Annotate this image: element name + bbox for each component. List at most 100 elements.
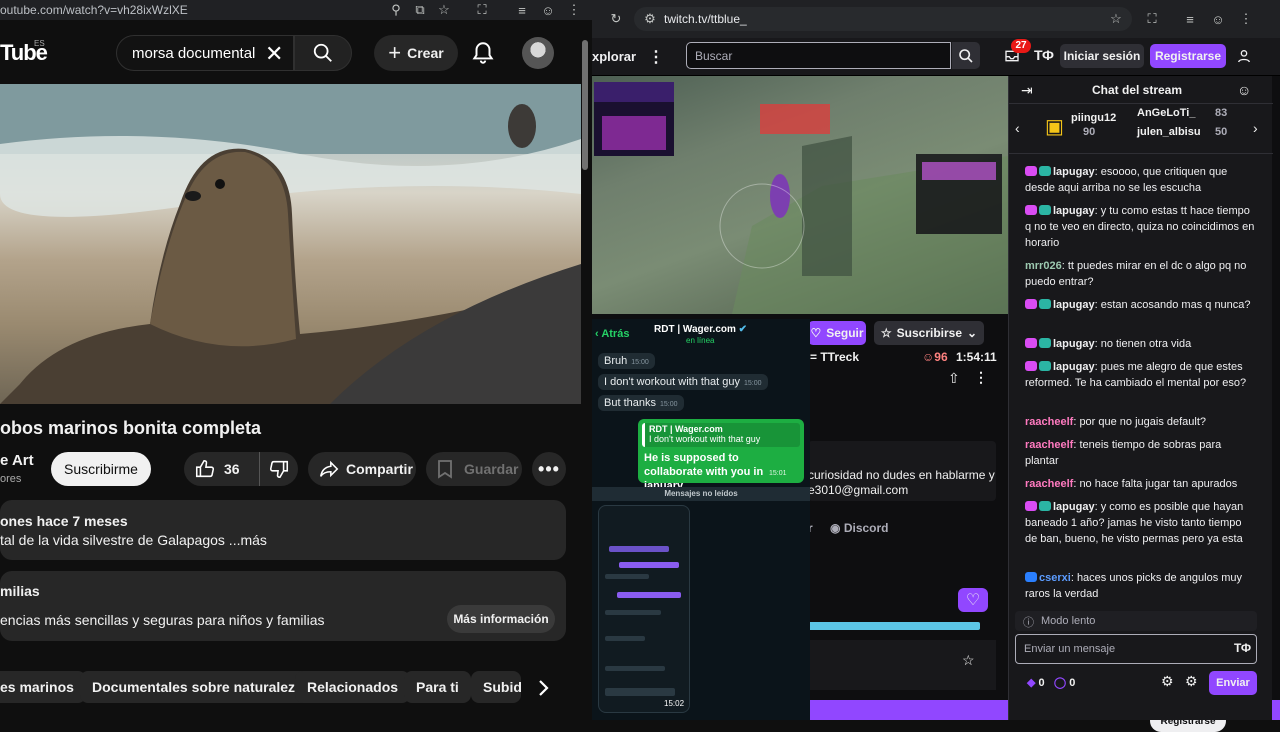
extensions-icon[interactable]: ⛶ — [474, 2, 490, 18]
user-icon[interactable] — [1236, 48, 1252, 64]
chat-message[interactable]: raacheelf: no hace falta jugar tan apura… — [1025, 476, 1255, 492]
chat-username[interactable]: lapugay — [1053, 205, 1095, 217]
chip-sea-mammals[interactable]: es marinos — [0, 671, 86, 703]
more-actions-button[interactable]: ••• — [532, 452, 566, 486]
description-box[interactable]: ones hace 7 meses tal de la vida silvest… — [0, 500, 566, 560]
emote-icon[interactable]: ТФ — [1234, 641, 1251, 655]
dislike-button[interactable] — [260, 452, 298, 486]
video-player[interactable] — [0, 84, 581, 404]
star-icon[interactable]: ☆ — [962, 652, 975, 669]
description-text[interactable]: tal de la vida silvestre de Galapagos ..… — [0, 532, 267, 548]
twitch-search-button[interactable] — [952, 42, 980, 69]
more-options-icon[interactable]: ⋮ — [974, 369, 988, 386]
more-info-button[interactable]: Más información — [447, 605, 555, 633]
back-button[interactable]: ‹ Atrás — [595, 328, 629, 340]
chat-username[interactable]: raacheelf — [1025, 478, 1073, 490]
bookmark-star-icon[interactable]: ☆ — [1108, 11, 1124, 27]
chevron-right-icon[interactable]: › — [1253, 120, 1258, 136]
screenshot-icon[interactable]: ⧉ — [412, 2, 428, 18]
subscribe-button[interactable]: Suscribirme — [51, 452, 151, 486]
create-button[interactable]: + Crear — [374, 35, 458, 71]
chrome-menu-icon[interactable]: ⋮ — [566, 2, 582, 18]
page-scrollbar[interactable] — [582, 40, 588, 170]
twitch-search-input[interactable]: Buscar — [686, 42, 951, 69]
chat-username[interactable]: lapugay — [1053, 501, 1095, 513]
chat-message[interactable]: lapugay: y tu como estas tt hace tiempo … — [1025, 203, 1255, 251]
chat-username[interactable]: lapugay — [1053, 166, 1095, 178]
contact-name[interactable]: RDT | Wager.com ✔ — [654, 324, 747, 335]
search-button[interactable] — [294, 35, 352, 71]
save-button[interactable]: Guardar — [426, 452, 522, 486]
chat-message-list[interactable]: lapugay: esoooo, que critiquen que desde… — [1009, 160, 1273, 610]
chat-username[interactable]: raacheelf — [1025, 416, 1073, 428]
gifter-name[interactable]: AnGeLoTi_ — [1137, 107, 1195, 119]
chat-username[interactable]: mrr026 — [1025, 260, 1062, 272]
channel-points[interactable]: ◆ 0 ◯ 0 — [1027, 676, 1075, 689]
youtube-address-bar[interactable]: outube.com/watch?v=vh28ixWzlXE ⚲ ⧉ ☆ ⛶ ≡… — [0, 0, 592, 20]
stream-player[interactable] — [592, 76, 1008, 314]
channel-name[interactable]: e Art — [0, 452, 34, 469]
stream-tag[interactable]: = TTreck — [810, 350, 859, 364]
send-button[interactable]: Enviar — [1209, 671, 1257, 695]
chip-related[interactable]: Relacionados — [295, 671, 411, 703]
chevron-left-icon[interactable]: ‹ — [1015, 120, 1020, 136]
panel-heart-button[interactable]: ♡ — [958, 588, 988, 612]
chip-uploaded[interactable]: Subid — [471, 671, 521, 703]
youtube-search-input[interactable]: morsa documental ✕ — [116, 35, 294, 71]
users-icon[interactable]: ☺ — [1237, 82, 1251, 98]
message-bubble[interactable]: I don't workout with that guy 15:00 — [598, 374, 768, 390]
youtube-url[interactable]: outube.com/watch?v=vh28ixWzlXE — [0, 3, 188, 17]
image-message[interactable] — [598, 505, 690, 713]
share-icon[interactable]: ⇧ — [948, 370, 960, 387]
profile-icon[interactable]: ☺ — [1210, 11, 1226, 27]
turbo-icon[interactable]: ТФ — [1034, 47, 1054, 63]
site-info-icon[interactable]: ⚙ — [642, 11, 658, 27]
media-icon[interactable]: ≡ — [514, 2, 530, 18]
media-icon[interactable]: ≡ — [1182, 11, 1198, 27]
follow-button[interactable]: ♡ Seguir — [808, 321, 866, 345]
chat-message[interactable]: lapugay: pues me alegro de que estes ref… — [1025, 359, 1255, 391]
chat-input[interactable]: Enviar un mensaje ТФ — [1015, 634, 1257, 664]
chip-nature-documentaries[interactable]: Documentales sobre naturaleza — [80, 671, 315, 703]
about-email[interactable]: e3010@gmail.com — [808, 483, 908, 497]
message-bubble[interactable]: Bruh 15:00 — [598, 353, 655, 369]
chat-username[interactable]: lapugay — [1053, 338, 1095, 350]
chat-message[interactable]: mrr026: tt puedes mirar en el dc o algo … — [1025, 258, 1255, 290]
chrome-menu-icon[interactable]: ⋮ — [1238, 11, 1254, 27]
outgoing-message[interactable]: RDT | Wager.com I don't workout with tha… — [638, 419, 804, 492]
gifter-name[interactable]: julen_albisu — [1137, 126, 1201, 138]
login-button[interactable]: Iniciar sesión — [1060, 44, 1144, 68]
chat-message[interactable]: cserxi: haces unos picks de angulos muy … — [1025, 570, 1255, 602]
chat-message[interactable]: lapugay: esoooo, que critiquen que desde… — [1025, 164, 1255, 196]
twitch-url[interactable]: twitch.tv/ttblue_ — [664, 12, 747, 26]
bookmark-star-icon[interactable]: ☆ — [436, 2, 452, 18]
bell-icon[interactable] — [470, 40, 496, 66]
chat-message[interactable]: lapugay: estan acosando mas q nunca? — [1025, 297, 1255, 313]
chat-message[interactable]: raacheelf: por que no jugais default? — [1025, 414, 1255, 430]
twitch-address-bar[interactable]: ⚙ twitch.tv/ttblue_ ☆ — [634, 7, 1132, 31]
message-bubble[interactable]: But thanks 15:00 — [598, 395, 684, 411]
more-menu-icon[interactable]: ⋮ — [648, 47, 664, 67]
gifter-name[interactable]: piingu12 — [1071, 112, 1116, 124]
subscribe-button[interactable]: ☆ Suscribirse ⌄ — [874, 321, 984, 345]
clear-search-icon[interactable]: ✕ — [265, 41, 283, 67]
discord-link[interactable]: ◉ Discord — [830, 521, 889, 535]
register-button[interactable]: Registrarse — [1150, 44, 1226, 68]
profile-icon[interactable]: ☺ — [540, 2, 556, 18]
mod-tools-icon[interactable]: ⚙ — [1161, 673, 1174, 690]
extensions-icon[interactable]: ⛶ — [1144, 11, 1160, 27]
chat-username[interactable]: lapugay — [1053, 299, 1095, 311]
chat-message[interactable]: lapugay: no tienen otra vida — [1025, 336, 1255, 352]
chat-username[interactable]: lapugay — [1053, 361, 1095, 373]
chip-for-you[interactable]: Para ti — [404, 671, 471, 703]
explore-link[interactable]: xplorar — [592, 49, 636, 64]
zoom-icon[interactable]: ⚲ — [388, 2, 404, 18]
settings-icon[interactable]: ⚙ — [1185, 673, 1198, 690]
search-query[interactable]: morsa documental — [132, 45, 255, 62]
chat-message[interactable]: raacheelf: teneis tiempo de sobras para … — [1025, 437, 1255, 469]
chevron-right-icon[interactable] — [530, 676, 556, 700]
reload-icon[interactable]: ↻ — [608, 11, 624, 27]
share-button[interactable]: Compartir — [308, 452, 416, 486]
quoted-message[interactable]: RDT | Wager.com I don't workout with tha… — [642, 423, 800, 447]
chat-username[interactable]: cserxi — [1039, 572, 1071, 584]
